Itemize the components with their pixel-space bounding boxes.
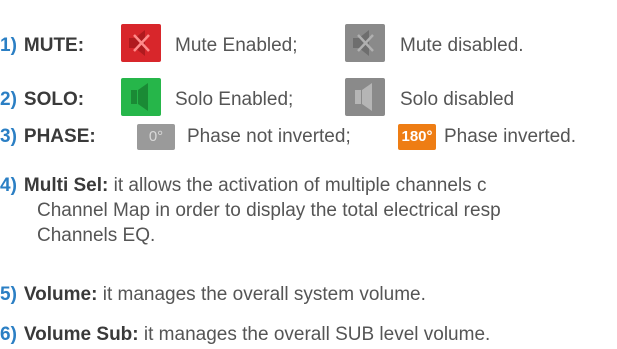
volume-sub-label: Volume Sub: bbox=[23, 324, 139, 345]
solo-enabled-button[interactable] bbox=[121, 78, 161, 116]
mute-disabled-button[interactable] bbox=[345, 24, 385, 62]
mute-enabled-text: Mute Enabled; bbox=[175, 35, 298, 56]
mute-label: MUTE: bbox=[23, 35, 85, 56]
speaker-mute-icon bbox=[129, 30, 150, 56]
solo-label: SOLO: bbox=[23, 89, 85, 110]
phase-on-text: Phase inverted. bbox=[444, 126, 577, 147]
speaker-solo-icon bbox=[131, 83, 148, 111]
mute-row: 1) MUTE: bbox=[0, 34, 84, 58]
volume-sub-row: 6) Volume Sub: it manages the overall SUB… bbox=[0, 323, 490, 347]
volume-row: 5) Volume: it manages the overall system … bbox=[0, 283, 426, 307]
volume-label: Volume: bbox=[23, 284, 98, 305]
volume-text: it manages the overall system volume. bbox=[102, 284, 426, 305]
solo-disabled-button[interactable] bbox=[345, 78, 385, 116]
phase-row: 3) PHASE: bbox=[0, 125, 96, 149]
solo-enabled-text: Solo Enabled; bbox=[175, 89, 294, 110]
multisel-line3: Channels EQ. bbox=[37, 225, 156, 246]
multisel-label: Multi Sel: bbox=[23, 175, 109, 196]
item-number: 5) bbox=[0, 284, 17, 305]
speaker-solo-icon bbox=[355, 83, 372, 111]
multisel-line2: Channel Map in order to display the tota… bbox=[37, 200, 501, 221]
item-number: 2) bbox=[0, 89, 17, 110]
speaker-mute-icon bbox=[353, 30, 374, 56]
phase-label: PHASE: bbox=[23, 126, 96, 147]
phase-off-text: Phase not inverted; bbox=[187, 126, 351, 147]
multisel-row: 4) Multi Sel: it allows the activation of… bbox=[0, 174, 486, 198]
mute-enabled-button[interactable] bbox=[121, 24, 161, 62]
phase-on-button[interactable]: 180° bbox=[398, 124, 436, 150]
volume-sub-text: it manages the overall SUB level volume. bbox=[143, 324, 491, 345]
solo-row: 2) SOLO: bbox=[0, 88, 84, 112]
item-number: 4) bbox=[0, 175, 17, 196]
item-number: 3) bbox=[0, 126, 17, 147]
solo-disabled-text: Solo disabled bbox=[400, 89, 515, 110]
item-number: 1) bbox=[0, 35, 17, 56]
phase-off-button[interactable]: 0° bbox=[137, 124, 175, 150]
item-number: 6) bbox=[0, 324, 17, 345]
mute-disabled-text: Mute disabled. bbox=[400, 35, 524, 56]
multisel-line1: it allows the activation of multiple cha… bbox=[113, 175, 487, 196]
